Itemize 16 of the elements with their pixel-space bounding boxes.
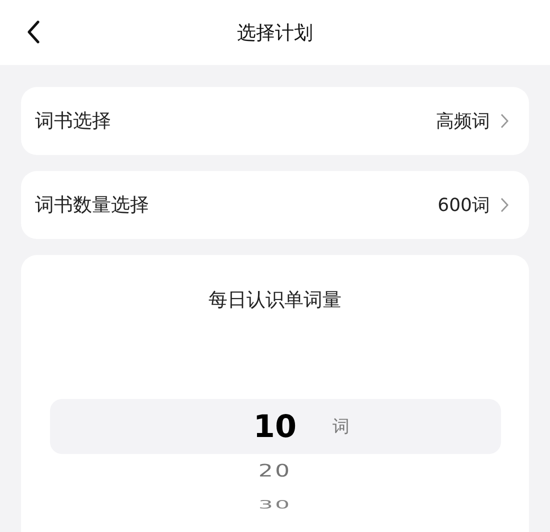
setting-row[interactable]: 词书数量选择 600词 — [21, 171, 529, 239]
chevron-icon — [500, 197, 509, 213]
setting-value: 高频词 — [436, 110, 490, 133]
chevron-icon — [500, 113, 509, 129]
unit-label: 词 — [332, 416, 350, 438]
picker-option[interactable]: 30 — [258, 496, 292, 514]
back-icon[interactable] — [26, 20, 40, 44]
selected-option[interactable]: 10 词 — [50, 399, 500, 454]
setting-label: 词书选择 — [35, 109, 111, 134]
picker-title: 每日认识单词量 — [208, 288, 342, 313]
option-value: 10 — [253, 408, 297, 444]
picker-option[interactable]: 20 — [258, 458, 292, 484]
setting-value: 600词 — [438, 194, 490, 217]
page-title: 选择计划 — [237, 20, 313, 46]
setting-row[interactable]: 词书选择 高频词 — [21, 87, 529, 155]
setting-label: 词书数量选择 — [35, 193, 149, 218]
